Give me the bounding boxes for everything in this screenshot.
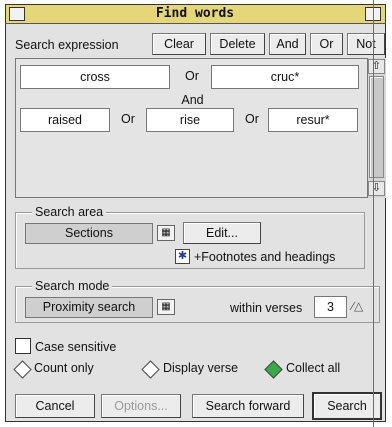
search-area-label: Search area <box>32 205 107 219</box>
scrollbar-thumb[interactable] <box>369 76 384 178</box>
case-sensitive-label: Case sensitive <box>35 340 117 354</box>
operator-label: Or <box>121 112 135 126</box>
collect-all-label: Collect all <box>286 361 341 375</box>
window-title: Find words <box>155 6 235 21</box>
expression-term-field[interactable]: raised <box>20 108 110 132</box>
search-area-select[interactable]: Sections <box>25 223 153 244</box>
display-verse-label: Display verse <box>163 361 239 375</box>
search-expression-label: Search expression <box>15 38 119 52</box>
adjust-arrows-icon[interactable]: ∕△ <box>352 299 374 315</box>
and-button[interactable]: And <box>269 33 306 55</box>
scroll-down-arrow-icon[interactable]: ⇩ <box>368 181 385 196</box>
count-only-label: Count only <box>34 361 94 375</box>
expression-term-field[interactable]: rise <box>146 108 234 132</box>
or-button[interactable]: Or <box>310 33 343 55</box>
delete-button[interactable]: Delete <box>210 33 265 55</box>
operator-label: Or <box>185 69 199 83</box>
divider-line <box>373 0 374 427</box>
close-icon[interactable] <box>9 7 25 21</box>
expression-term-field[interactable]: cross <box>20 65 170 89</box>
operator-label: And <box>181 93 204 107</box>
popup-menu-icon[interactable]: ▦ <box>157 225 175 241</box>
search-forward-button[interactable]: Search forward <box>192 394 304 418</box>
within-verses-field[interactable]: 3 <box>314 296 347 318</box>
search-mode-select[interactable]: Proximity search <box>25 297 153 318</box>
edit-button[interactable]: Edit... <box>183 222 261 244</box>
scroll-up-arrow-icon[interactable]: ⇧ <box>368 59 385 74</box>
expression-term-field[interactable]: resur* <box>268 108 358 132</box>
footnotes-label: +Footnotes and headings <box>194 250 336 264</box>
operator-label: Or <box>245 112 259 126</box>
options-button[interactable]: Options... <box>101 394 181 418</box>
clear-button[interactable]: Clear <box>152 33 206 55</box>
popup-menu-icon[interactable]: ▦ <box>157 299 175 315</box>
footnotes-checkbox-icon[interactable]: ✱ <box>175 249 190 264</box>
expression-term-field[interactable]: cruc* <box>211 65 359 89</box>
case-sensitive-checkbox[interactable] <box>15 338 31 354</box>
search-mode-label: Search mode <box>32 279 113 293</box>
not-button[interactable]: Not <box>347 33 385 55</box>
cancel-button[interactable]: Cancel <box>15 394 95 418</box>
search-button[interactable]: Search <box>312 392 382 420</box>
within-verses-label: within verses <box>230 301 303 315</box>
